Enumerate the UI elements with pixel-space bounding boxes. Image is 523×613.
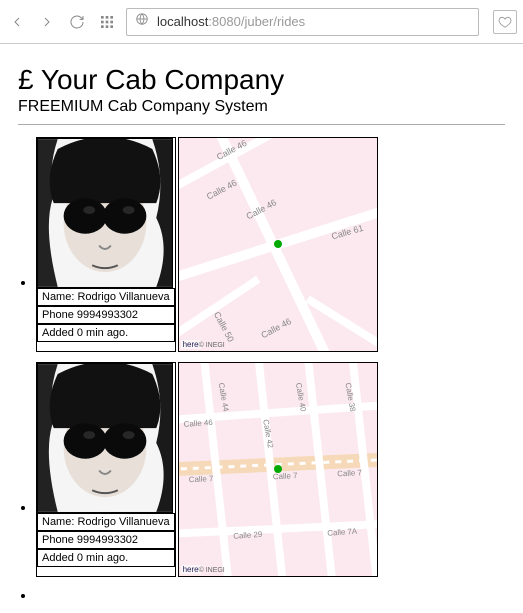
url-rest: :8080/juber/rides [208,14,305,29]
list-item: Name: Rodrigo Villanueva Phone 999499330… [36,362,505,577]
list-item: Name: Rodrigo Villanueva Phone 999499330… [36,137,505,352]
url-text: localhost:8080/juber/rides [157,14,305,29]
list-item [36,587,505,605]
driver-phone: Phone 9994993302 [37,531,175,549]
globe-icon [135,12,149,31]
browser-toolbar: localhost:8080/juber/rides [0,0,523,44]
driver-phone: Phone 9994993302 [37,306,175,324]
map-marker [274,465,282,473]
driver-photo [37,363,173,513]
svg-text:Calle 7: Calle 7 [188,474,213,484]
driver-photo [37,138,173,288]
address-bar[interactable]: localhost:8080/juber/rides [126,8,479,36]
favorite-button[interactable] [493,10,517,34]
forward-button[interactable] [36,11,58,33]
svg-text:Calle 7: Calle 7 [337,468,362,478]
page-subtitle: FREEMIUM Cab Company System [18,98,505,125]
back-button[interactable] [6,11,28,33]
driver-info: Name: Rodrigo Villanueva Phone 999499330… [36,137,176,352]
map-credit: here [181,565,201,574]
url-host: localhost [157,14,208,29]
map-credit2: © INEGI [199,567,225,574]
ride-map[interactable]: Calle 44 Calle 40 Calle 38 Calle 42 Call… [178,362,378,577]
page-content[interactable]: £ Your Cab Company FREEMIUM Cab Company … [0,44,523,613]
page-title: £ Your Cab Company [18,64,505,96]
driver-name: Name: Rodrigo Villanueva [37,288,175,306]
map-marker [274,240,282,248]
driver-added: Added 0 min ago. [37,324,175,342]
driver-added: Added 0 min ago. [37,549,175,567]
reload-button[interactable] [66,11,88,33]
map-credit: here [181,340,201,349]
ride-card: Name: Rodrigo Villanueva Phone 999499330… [36,362,505,577]
apps-grid-icon[interactable] [96,11,118,33]
driver-name: Name: Rodrigo Villanueva [37,513,175,531]
ride-map[interactable]: Calle 46 Calle 46 Calle 46 Calle 61 Call… [178,137,378,352]
ride-list-container: Name: Rodrigo Villanueva Phone 999499330… [18,137,505,605]
ride-card: Name: Rodrigo Villanueva Phone 999499330… [36,137,505,352]
ride-list: Name: Rodrigo Villanueva Phone 999499330… [18,137,505,605]
driver-info: Name: Rodrigo Villanueva Phone 999499330… [36,362,176,577]
map-credit2: © INEGI [199,342,225,349]
